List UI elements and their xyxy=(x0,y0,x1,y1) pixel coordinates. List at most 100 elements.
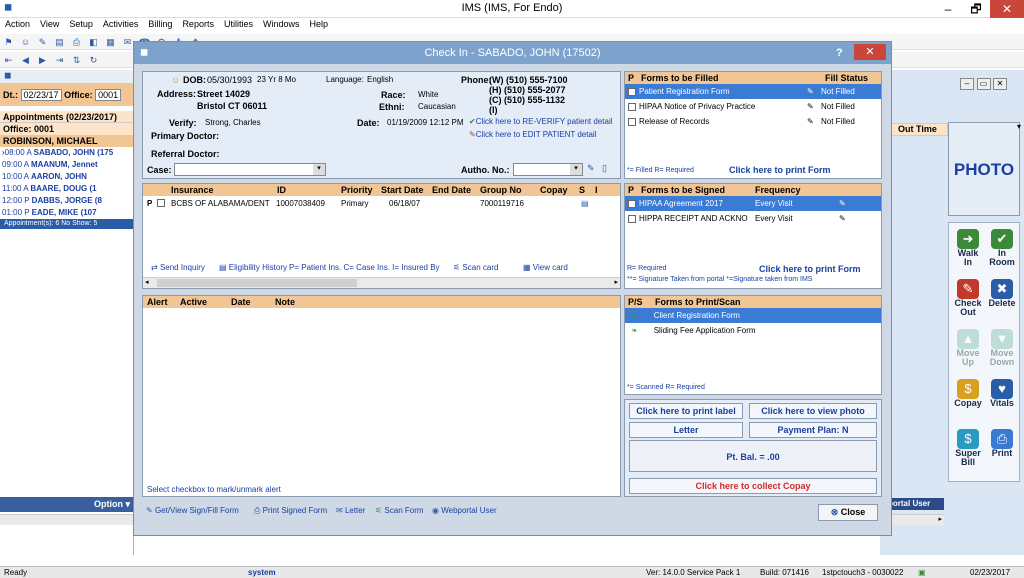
delete-button[interactable]: ✖ Delete xyxy=(986,279,1018,309)
appointment-row[interactable]: 11:00 A BAARE, DOUG (1 xyxy=(0,183,133,195)
dialog-icon: ◼ xyxy=(140,47,149,58)
form-checkbox[interactable] xyxy=(628,214,636,223)
letter-link[interactable]: ✉ Letter xyxy=(336,506,365,515)
insurance-scrollbar[interactable]: ◂ ▸ xyxy=(143,277,620,288)
menu-activities[interactable]: Activities xyxy=(98,18,144,30)
toolbar-icon[interactable]: ⚑ xyxy=(2,36,15,48)
form-checkbox[interactable] xyxy=(628,102,636,111)
close-window-button[interactable]: ✕ xyxy=(990,0,1024,18)
super-bill-button[interactable]: $ Super Bill xyxy=(952,429,984,467)
option-button[interactable]: Option ▾ xyxy=(0,497,134,512)
collect-copay-button[interactable]: Click here to collect Copay xyxy=(629,478,877,494)
form-checkbox[interactable] xyxy=(628,199,636,208)
edit-patient-link[interactable]: ✎Click here to EDIT PATIENT detail xyxy=(469,130,596,139)
form-scan-row[interactable]: ❧ Sliding Fee Application Form xyxy=(625,323,881,338)
eligibility-history-link[interactable]: ▤ Eligibility History xyxy=(219,263,287,272)
view-photo-button[interactable]: Click here to view photo xyxy=(749,403,877,419)
menu-utilities[interactable]: Utilities xyxy=(219,18,258,30)
vitals-button[interactable]: ♥ Vitals xyxy=(986,379,1018,409)
maximize-button[interactable]: 🗗 xyxy=(962,0,990,18)
form-fill-row[interactable]: Patient Registration Form ✎ Not Filled xyxy=(625,84,881,99)
form-checkbox[interactable] xyxy=(628,117,636,126)
child-close-button[interactable]: ✕ xyxy=(993,78,1008,90)
walk-in-icon: ➜ xyxy=(957,229,979,249)
child-minimize-button[interactable]: – xyxy=(960,78,974,90)
new-autho-icon[interactable]: ▯ xyxy=(602,163,607,174)
edit-autho-icon[interactable]: ✎ xyxy=(587,163,595,174)
ins-p: P xyxy=(147,199,153,208)
autho-dropdown[interactable]: ▾ xyxy=(513,163,583,176)
filled-legend: *= Filled R= Required xyxy=(627,167,694,174)
form-sign-row[interactable]: HIPAA Agreement 2017 Every Visit ✎ xyxy=(625,196,881,211)
photo-dropdown-icon[interactable]: ▾ xyxy=(1017,122,1021,131)
scan-card-link[interactable]: ⚟ Scan card xyxy=(453,263,498,272)
date-picker[interactable]: 02/23/17 xyxy=(20,89,62,101)
last-record-icon[interactable]: ⇥ xyxy=(53,54,66,66)
toolbar-icon[interactable]: ☺ xyxy=(19,36,32,48)
form-fill-row[interactable]: Release of Records ✎ Not Filled xyxy=(625,114,881,129)
first-record-icon[interactable]: ⇤ xyxy=(2,54,15,66)
copay-button[interactable]: $ Copay xyxy=(952,379,984,409)
left-scrollbar[interactable] xyxy=(0,514,134,525)
col-s: S xyxy=(579,185,586,195)
in-room-button[interactable]: ✔ In Room xyxy=(986,229,1018,267)
print-filled-form-link[interactable]: Click here to print Form xyxy=(729,165,831,175)
toolbar-icon[interactable]: ▤ xyxy=(53,36,66,48)
photo-box[interactable]: PHOTO xyxy=(948,122,1020,216)
office-field[interactable]: 0001 xyxy=(95,89,122,101)
move-up-button[interactable]: ▲ Move Up xyxy=(952,329,984,367)
menu-reports[interactable]: Reports xyxy=(177,18,219,30)
appointment-row[interactable]: 09:00 A MAANUM, Jennet xyxy=(0,159,133,171)
next-record-icon[interactable]: ▶ xyxy=(36,54,49,66)
walk-in-button[interactable]: ➜ Walk In xyxy=(952,229,984,267)
appointment-row[interactable]: ›08:00 A SABADO, JOHN (175 xyxy=(0,147,133,159)
toolbar-icon[interactable]: ⎙ xyxy=(70,36,83,48)
menu-setup[interactable]: Setup xyxy=(64,18,98,30)
letter-button[interactable]: Letter xyxy=(629,422,743,438)
appointment-row[interactable]: 10:00 A AARON, JOHN xyxy=(0,171,133,183)
toolbar-icon[interactable]: ✎ xyxy=(36,36,49,48)
close-button[interactable]: ⊗ Close xyxy=(818,504,878,521)
child-restore-button[interactable]: ▭ xyxy=(976,78,991,90)
print-signed-link[interactable]: ⎙ Print Signed Form xyxy=(254,506,327,516)
menu-view[interactable]: View xyxy=(35,18,64,30)
form-fill-row[interactable]: HIPAA Notice of Privacy Practice ✎ Not Fil… xyxy=(625,99,881,114)
form-checkbox[interactable] xyxy=(628,87,636,96)
menu-windows[interactable]: Windows xyxy=(258,18,305,30)
forms-filled-list: Patient Registration Form ✎ Not Filled HIPA… xyxy=(625,84,881,129)
alerts-header: Alert Active Date Note xyxy=(143,296,620,308)
send-inquiry-link[interactable]: ⇄ Send Inquiry xyxy=(151,263,205,272)
menu-billing[interactable]: Billing xyxy=(143,18,177,30)
dialog-bottom-bar: ✎ Get/View Sign/Fill Form ⎙ Print Signed… xyxy=(142,502,882,524)
form-sign-row[interactable]: HIPPA RECEIPT AND ACKNO Every Visit ✎ xyxy=(625,211,881,226)
prev-record-icon[interactable]: ◀ xyxy=(19,54,32,66)
menu-help[interactable]: Help xyxy=(304,18,333,30)
minimize-button[interactable]: – xyxy=(934,0,962,18)
view-card-link[interactable]: ▦ View card xyxy=(523,263,568,272)
toolbar-icon[interactable]: ▦ xyxy=(104,36,117,48)
help-button[interactable]: ? xyxy=(836,42,843,64)
menu-action[interactable]: Action xyxy=(0,18,35,30)
print-signed-form-link[interactable]: Click here to print Form xyxy=(759,264,861,274)
insurance-row[interactable]: P BCBS OF ALABAMA/DENT 10007038409 Prima… xyxy=(143,196,620,211)
reverify-link[interactable]: ✔Click here to RE-VERIFY patient detail xyxy=(469,117,613,126)
payment-plan-button[interactable]: Payment Plan: N xyxy=(749,422,877,438)
print-label-button[interactable]: Click here to print label xyxy=(629,403,743,419)
sort-icon[interactable]: ⇅ xyxy=(70,54,83,66)
insurance-checkbox[interactable] xyxy=(157,199,165,207)
check-out-button[interactable]: ✎ Check Out xyxy=(952,279,984,317)
refresh-icon[interactable]: ↻ xyxy=(87,54,100,66)
form-scan-row[interactable]: ❧ Client Registration Form xyxy=(625,308,881,323)
get-view-sign-link[interactable]: ✎ Get/View Sign/Fill Form xyxy=(146,506,239,515)
scan-doc-icon[interactable]: ▤ xyxy=(581,196,589,211)
appointment-row[interactable]: 12:00 P DABBS, JORGE (8 xyxy=(0,195,133,207)
webportal-user-link[interactable]: ◉ Webportal User xyxy=(432,506,497,515)
appointment-row[interactable]: 01:00 P EADE, MIKE (107 xyxy=(0,207,133,219)
toolbar-icon[interactable]: ◧ xyxy=(87,36,100,48)
dialog-close-x[interactable]: ✕ xyxy=(854,44,886,60)
scan-form-link[interactable]: ⚟ Scan Form xyxy=(375,506,424,515)
patient-info-panel: ☺ DOB: 05/30/1993 23 Yr 8 Mo Language: E… xyxy=(142,71,621,179)
case-dropdown[interactable]: ▾ xyxy=(174,163,326,176)
move-down-button[interactable]: ▼ Move Down xyxy=(986,329,1018,367)
print-button[interactable]: ⎙ Print xyxy=(986,429,1018,459)
